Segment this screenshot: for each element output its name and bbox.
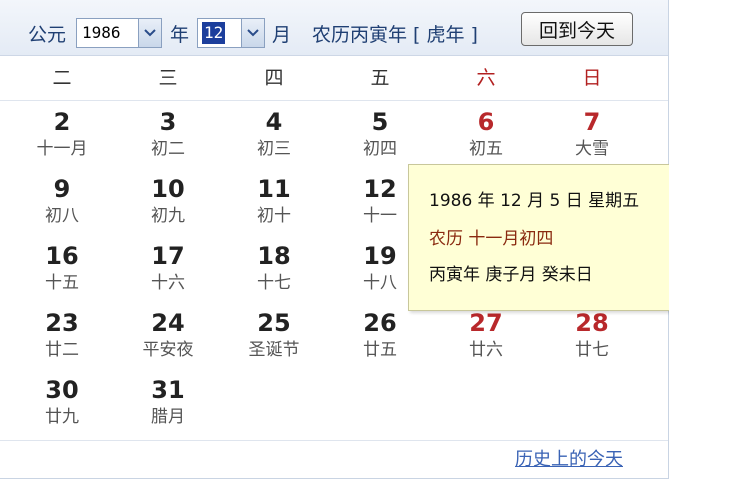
lunar-day-label: 廿六 xyxy=(469,340,503,360)
day-number: 7 xyxy=(583,108,601,136)
history-today-link[interactable]: 历史上的今天 xyxy=(515,447,623,473)
day-number: 2 xyxy=(53,108,71,136)
day-number: 10 xyxy=(151,175,185,203)
year-value: 1986 xyxy=(82,23,121,42)
year-select[interactable]: 1986 xyxy=(76,18,162,48)
lunar-day-label: 廿七 xyxy=(575,340,609,360)
lunar-day-label: 初五 xyxy=(469,139,503,159)
calendar-day-cell[interactable]: 4 初三 xyxy=(229,107,319,161)
calendar-widget: 公元 1986 年 12 月 农历丙寅年 [ 虎年 ] 回到今天 二三四五六日 … xyxy=(0,0,709,479)
lunar-day-label: 圣诞节 xyxy=(248,340,300,360)
calendar-day-cell[interactable]: 11 初十 xyxy=(229,174,319,228)
weekday-label: 三 xyxy=(158,67,178,89)
lunar-year-label: 农历丙寅年 [ 虎年 ] xyxy=(312,24,478,46)
month-label: 月 xyxy=(272,24,292,46)
calendar-day-cell[interactable]: 2 十一月 xyxy=(17,107,107,161)
lunar-day-label: 十六 xyxy=(151,273,185,293)
chevron-down-icon[interactable] xyxy=(138,19,161,47)
date-tooltip: 1986 年 12 月 5 日 星期五 农历 十一月初四 丙寅年 庚子月 癸未日 xyxy=(408,164,709,311)
calendar-day-cell[interactable]: 9 初八 xyxy=(17,174,107,228)
calendar-day-cell[interactable]: 10 初九 xyxy=(123,174,213,228)
day-number: 28 xyxy=(575,309,609,337)
calendar-day-cell[interactable]: 25 圣诞节 xyxy=(229,308,319,362)
day-number: 18 xyxy=(257,242,291,270)
calendar-header: 公元 1986 年 12 月 农历丙寅年 [ 虎年 ] 回到今天 xyxy=(0,0,668,56)
day-number: 9 xyxy=(53,175,71,203)
day-number: 26 xyxy=(363,309,397,337)
day-number: 27 xyxy=(469,309,503,337)
lunar-day-label: 十七 xyxy=(257,273,291,293)
weekday-label: 二 xyxy=(52,67,72,89)
month-select[interactable]: 12 xyxy=(197,18,265,48)
lunar-day-label: 初三 xyxy=(257,139,291,159)
day-number: 6 xyxy=(477,108,495,136)
calendar-day-cell[interactable]: 18 十七 xyxy=(229,241,319,295)
tooltip-lunar: 农历 十一月初四 xyxy=(429,229,554,249)
lunar-day-label: 廿二 xyxy=(45,340,79,360)
calendar-day-cell[interactable]: 30 廿九 xyxy=(17,375,107,429)
month-value: 12 xyxy=(202,22,226,44)
lunar-day-label: 初十 xyxy=(257,206,291,226)
day-number: 11 xyxy=(257,175,291,203)
calendar-day-cell[interactable]: 6 初五 xyxy=(441,107,531,161)
chevron-down-icon[interactable] xyxy=(241,19,264,47)
calendar-day-cell[interactable]: 3 初二 xyxy=(123,107,213,161)
lunar-day-label: 廿五 xyxy=(363,340,397,360)
lunar-day-label: 初八 xyxy=(45,206,79,226)
calendar-day-cell[interactable]: 26 廿五 xyxy=(335,308,425,362)
calendar-day-cell[interactable]: 17 十六 xyxy=(123,241,213,295)
lunar-day-label: 初四 xyxy=(363,139,397,159)
weekday-label: 日 xyxy=(582,67,602,89)
weekday-label: 四 xyxy=(264,67,284,89)
calendar-day-cell[interactable]: 5 初四 xyxy=(335,107,425,161)
weekday-label: 五 xyxy=(370,67,390,89)
lunar-day-label: 十五 xyxy=(45,273,79,293)
calendar-day-cell[interactable]: 23 廿二 xyxy=(17,308,107,362)
year-label: 年 xyxy=(170,24,190,46)
day-number: 23 xyxy=(45,309,79,337)
lunar-day-label: 腊月 xyxy=(151,407,185,427)
background-strip xyxy=(669,0,750,500)
day-number: 4 xyxy=(265,108,283,136)
lunar-day-label: 廿九 xyxy=(45,407,79,427)
lunar-day-label: 初二 xyxy=(151,139,185,159)
day-number: 3 xyxy=(159,108,177,136)
tooltip-ganzhi: 丙寅年 庚子月 癸未日 xyxy=(429,265,593,285)
day-number: 25 xyxy=(257,309,291,337)
calendar-day-cell[interactable]: 24 平安夜 xyxy=(123,308,213,362)
day-number: 24 xyxy=(151,309,185,337)
lunar-day-label: 十一月 xyxy=(36,139,88,159)
day-number: 30 xyxy=(45,376,79,404)
calendar-day-cell[interactable]: 31 腊月 xyxy=(123,375,213,429)
tooltip-date: 1986 年 12 月 5 日 星期五 xyxy=(429,191,640,211)
back-to-today-button[interactable]: 回到今天 xyxy=(521,12,633,46)
divider xyxy=(0,440,668,441)
day-number: 5 xyxy=(371,108,389,136)
lunar-day-label: 初九 xyxy=(151,206,185,226)
divider xyxy=(0,100,668,101)
calendar-day-cell[interactable]: 28 廿七 xyxy=(547,308,637,362)
day-number: 17 xyxy=(151,242,185,270)
calendar-day-cell[interactable]: 27 廿六 xyxy=(441,308,531,362)
calendar-day-cell[interactable]: 7 大雪 xyxy=(547,107,637,161)
weekday-label: 六 xyxy=(476,67,496,89)
lunar-day-label: 大雪 xyxy=(575,139,609,159)
lunar-day-label: 平安夜 xyxy=(142,340,194,360)
calendar-day-cell[interactable]: 16 十五 xyxy=(17,241,107,295)
day-number: 16 xyxy=(45,242,79,270)
day-number: 31 xyxy=(151,376,185,404)
era-label: 公元 xyxy=(28,24,67,46)
